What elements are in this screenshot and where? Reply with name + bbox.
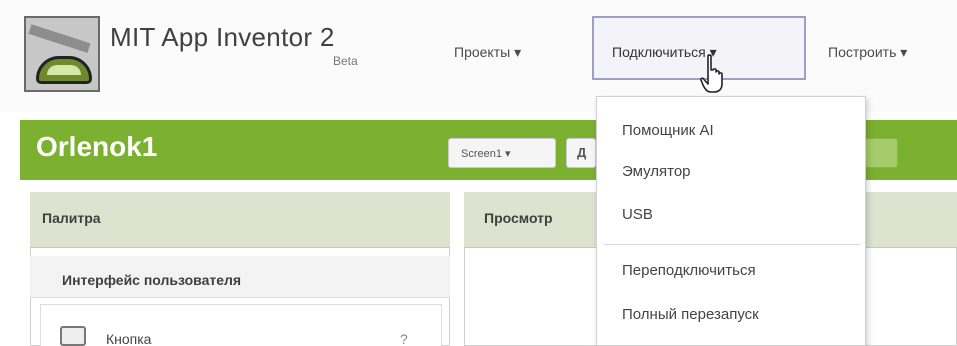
screen-selector-button[interactable]: Screen1 ▾ [448, 138, 556, 168]
help-icon[interactable]: ? [400, 331, 408, 346]
app-inventor-logo-icon[interactable] [24, 16, 100, 92]
menu-item-ai-companion[interactable]: Помощник AI [622, 122, 714, 139]
add-screen-button[interactable]: Д [566, 138, 596, 168]
menu-item-usb[interactable]: USB [622, 206, 653, 223]
menu-divider [604, 244, 860, 245]
project-name: Orlenok1 [36, 131, 158, 162]
beta-badge: Beta [333, 54, 358, 68]
nav-projects[interactable]: Проекты ▾ [454, 44, 521, 61]
menu-item-emulator[interactable]: Эмулятор [622, 163, 691, 180]
hand-pointer-icon [700, 54, 723, 93]
palette-category-label: Интерфейс пользователя [62, 272, 242, 288]
button-component-icon [60, 326, 86, 346]
viewer-title: Просмотр [484, 210, 553, 226]
app-title[interactable]: MIT App Inventor 2 [110, 22, 335, 53]
palette-item-button[interactable] [40, 304, 442, 346]
menu-item-hard-reset[interactable]: Полный перезапуск [622, 306, 759, 323]
palette-item-label: Кнопка [106, 331, 152, 346]
nav-build[interactable]: Построить ▾ [828, 44, 907, 61]
logo-stripe [28, 24, 91, 53]
logo-robot [36, 56, 92, 84]
palette-title: Палитра [42, 210, 101, 226]
menu-item-reconnect[interactable]: Переподключиться [622, 262, 756, 279]
